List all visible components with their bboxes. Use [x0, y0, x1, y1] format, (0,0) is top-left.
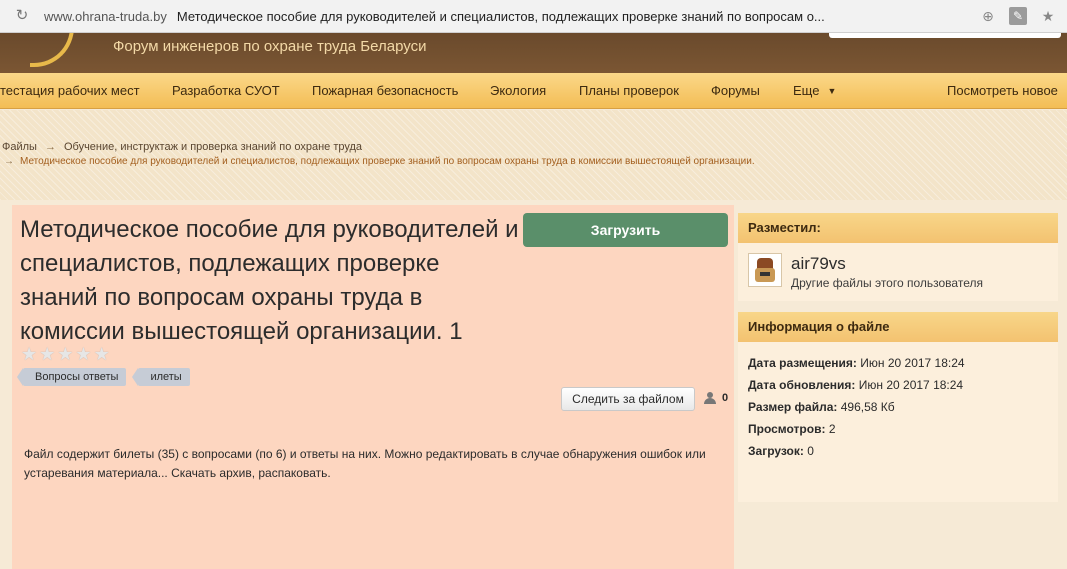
breadcrumb-arrow-icon: →	[4, 156, 14, 167]
info-value: 0	[807, 444, 814, 458]
avatar[interactable]	[748, 253, 782, 287]
info-label: Дата обновления:	[748, 378, 856, 392]
page-tab-title: Методическое пособие для руководителей и…	[176, 8, 825, 24]
tag-questions-answers[interactable]: Вопросы ответы	[16, 368, 127, 386]
tag-list: Вопросы ответы илеты	[16, 368, 190, 386]
site-header: Форум инженеров по охране труда Беларуси	[0, 33, 1067, 73]
nav-item-fire-safety[interactable]: Пожарная безопасность	[312, 83, 458, 98]
info-label: Дата размещения:	[748, 356, 857, 370]
info-value: 2	[828, 422, 836, 436]
reload-icon[interactable]: ↻	[14, 8, 30, 24]
star-icon[interactable]: ★	[94, 345, 110, 363]
info-row-downloads: Загрузок: 0	[748, 440, 1048, 462]
breadcrumb-current: Методическое пособие для руководителей и…	[20, 156, 755, 167]
nav-item-inspection-plans[interactable]: Планы проверок	[579, 83, 679, 98]
username-link[interactable]: air79vs	[791, 254, 846, 274]
nav-more-label: Еще	[793, 83, 820, 98]
nav-item-ecology[interactable]: Экология	[490, 83, 546, 98]
bookmark-star-icon[interactable]: ★	[1039, 7, 1057, 25]
info-label: Загрузок:	[748, 444, 804, 458]
info-value: Июн 20 2017 18:24	[860, 356, 965, 370]
info-row-views: Просмотров: 2	[748, 418, 1048, 440]
upload-button[interactable]: Загрузить	[523, 213, 728, 247]
main-nav: тестация рабочих мест Разработка СУОТ По…	[0, 73, 1067, 109]
file-panel: Методическое пособие для руководителей и…	[12, 205, 734, 569]
extension-icon[interactable]: ✎	[1009, 7, 1027, 25]
breadcrumb-row-2: → Методическое пособие для руководителей …	[4, 156, 755, 167]
browser-toolbar-icons: ⊕ ✎ ★	[979, 7, 1057, 25]
translate-icon[interactable]: ⊕	[979, 7, 997, 25]
info-row-file-size: Размер файла: 496,58 Кб	[748, 396, 1048, 418]
search-box[interactable]	[829, 33, 1061, 38]
file-info-heading: Информация о файле	[738, 312, 1058, 342]
info-row-updated-date: Дата обновления: Июн 20 2017 18:24	[748, 374, 1048, 396]
posted-by-box: Разместил: air79vs Другие файлы этого по…	[738, 213, 1058, 301]
site-slogan: Форум инженеров по охране труда Беларуси	[113, 38, 427, 55]
address-url[interactable]: www.ohrana-truda.by	[44, 9, 167, 24]
star-icon[interactable]: ★	[75, 345, 91, 363]
info-label: Размер файла:	[748, 400, 838, 414]
breadcrumb-files[interactable]: Файлы	[2, 141, 37, 153]
info-label: Просмотров:	[748, 422, 826, 436]
nav-item-forums[interactable]: Форумы	[711, 83, 760, 98]
page-title: Методическое пособие для руководителей и…	[20, 216, 519, 345]
rating-stars: ★ ★ ★ ★ ★	[21, 345, 110, 363]
star-icon[interactable]: ★	[57, 345, 73, 363]
info-row-posted-date: Дата размещения: Июн 20 2017 18:24	[748, 352, 1048, 374]
site-logo-icon[interactable]	[30, 33, 74, 67]
breadcrumb-category[interactable]: Обучение, инструктаж и проверка знаний п…	[64, 141, 362, 153]
users-icon	[702, 392, 718, 404]
followers-count-value: 0	[722, 392, 729, 404]
nav-view-new[interactable]: Посмотреть новое	[947, 83, 1058, 98]
info-value: 496,58 Кб	[840, 400, 895, 414]
breadcrumb-arrow-icon: →	[44, 141, 56, 153]
file-description: Файл содержит билеты (35) с вопросами (п…	[24, 447, 706, 480]
browser-address-bar: ↻ www.ohrana-truda.by Методическое пособ…	[0, 0, 1067, 33]
file-info-box: Информация о файле Дата размещения: Июн …	[738, 312, 1058, 502]
nav-item-suot[interactable]: Разработка СУОТ	[172, 83, 280, 98]
file-info-body: Дата размещения: Июн 20 2017 18:24 Дата …	[738, 342, 1058, 502]
posted-by-heading: Разместил:	[738, 213, 1058, 243]
posted-by-body: air79vs Другие файлы этого пользователя	[738, 243, 1058, 301]
breadcrumb: Файлы → Обучение, инструктаж и проверка зн…	[0, 110, 1067, 200]
follow-file-button[interactable]: Следить за файлом	[561, 387, 695, 411]
avatar-mouth	[760, 272, 770, 276]
star-icon[interactable]: ★	[21, 345, 37, 363]
tag-tickets[interactable]: илеты	[132, 368, 190, 386]
followers-count[interactable]: 0	[702, 392, 728, 404]
breadcrumb-row-1: Файлы → Обучение, инструктаж и проверка зн…	[2, 141, 362, 153]
chevron-down-icon: ▼	[827, 86, 837, 96]
info-value: Июн 20 2017 18:24	[858, 378, 964, 392]
nav-item-more[interactable]: Еще ▼	[793, 83, 836, 98]
other-files-link[interactable]: Другие файлы этого пользователя	[791, 276, 983, 290]
star-icon[interactable]: ★	[39, 345, 55, 363]
nav-item-attestation[interactable]: тестация рабочих мест	[0, 83, 140, 98]
